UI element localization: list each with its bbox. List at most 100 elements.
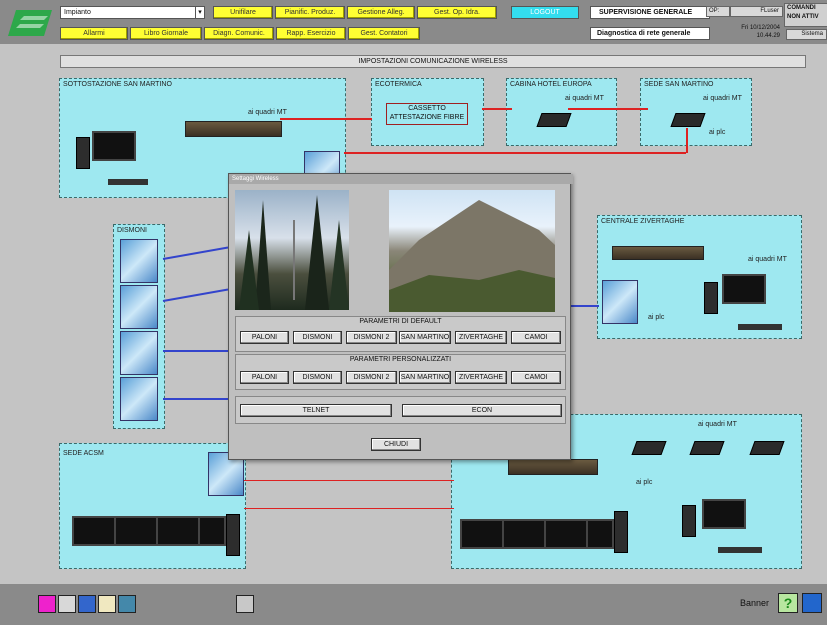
panel-sede-sm-title: SEDE SAN MARTINO [644,81,714,88]
monitor-icon [722,274,766,304]
screen-icon[interactable] [118,595,136,613]
router-icon[interactable] [749,441,785,455]
panel-ecotermica-title: ECOTERMICA [375,81,422,88]
date-label: Fri 10/12/2004 [741,25,780,31]
wireless-link-line [569,305,599,307]
custom-zivertaghe-button[interactable]: ZIVERTAGHE [455,371,507,384]
page-title: IMPOSTAZIONI COMUNICAZIONE WIRELESS [60,55,806,68]
monitor-icon [198,516,226,546]
switch-icon[interactable] [612,246,704,260]
pc-tower-icon [614,511,628,553]
pianific-produz-button[interactable]: Pianific. Produz. [275,6,345,19]
tools-group: TELNET ECON [235,396,566,424]
sistema-button[interactable]: Sistema [786,29,827,40]
wireless-link-line [162,246,229,260]
monitor-icon [92,131,136,161]
pc-tower-icon [682,505,696,537]
datetime: Fri 10/12/2004 10.44.29 [714,24,780,40]
rapp-esercizio-button[interactable]: Rapp. Esercizio [276,27,346,40]
ai-quadri-mt-label: ai quadri MT [248,109,287,116]
panel-ecotermica: ECOTERMICA CASSETTO ATTESTAZIONE FIBRE [371,78,484,146]
router-icon[interactable] [631,441,667,455]
wireless-settings-dialog: Settaggi Wireless PARAMETRI DI DEFAULT P… [228,173,573,460]
libro-giornale-button[interactable]: Libro Giornale [130,27,202,40]
pc-tower-icon [226,514,240,556]
unifilare-button[interactable]: Unifilare [213,6,273,19]
antenna-icon[interactable] [120,377,158,421]
antenna-icon[interactable] [120,331,158,375]
impianto-select[interactable]: Impianto [60,6,199,19]
logout-button[interactable]: LOGOUT [511,6,579,19]
panel-cabina: CABINA HOTEL EUROPA ai quadri MT [506,78,617,146]
custom-san-martino-button[interactable]: SAN MARTINO [399,371,451,384]
mountain-icon [389,200,555,312]
pc-tower-icon [704,282,718,314]
app-logo-icon [8,10,52,36]
monitor-icon [156,516,200,546]
gest-contatori-button[interactable]: Gest. Contatori [348,27,420,40]
home-icon[interactable] [98,595,116,613]
antenna-icon[interactable] [120,239,158,283]
network-icon[interactable] [78,595,96,613]
link-line [482,108,512,110]
custom-camoi-button[interactable]: CAMOI [511,371,561,384]
panel-dismoni: DISMONI [113,224,165,429]
diagn-comunic-button[interactable]: Diagn. Comunic. [204,27,274,40]
gest-op-idra-button[interactable]: Gest. Op. Idra. [417,6,497,19]
panel-centrale-title: CENTRALE ZIVERTAGHE [601,218,685,225]
dialog-title: Settaggi Wireless [229,174,573,184]
default-san-martino-button[interactable]: SAN MARTINO [399,331,451,344]
switch-icon[interactable] [508,459,598,475]
panel-cabina-title: CABINA HOTEL EUROPA [510,81,592,88]
close-button[interactable]: CHIUDI [371,438,421,451]
help-icon[interactable]: ? [778,593,798,613]
monitor-icon [114,516,158,546]
ai-quadri-mt-label: ai quadri MT [698,421,737,428]
comandi-status: COMANDI NON ATTIV [784,3,827,27]
monitor-settings-icon[interactable] [236,595,254,613]
pc-tower-icon [76,137,90,169]
default-dismoni2-button[interactable]: DISMONI 2 [346,331,397,344]
globe-icon[interactable] [802,593,822,613]
router-icon[interactable] [536,113,572,127]
impianto-dropdown-icon[interactable]: ▾ [195,6,205,19]
panel-sede-acsm-title: SEDE ACSM [63,450,104,457]
link-line [686,128,688,153]
keyboard-icon [108,179,148,185]
link-line [344,152,686,154]
monitor-icon [702,499,746,529]
default-camoi-button[interactable]: CAMOI [511,331,561,344]
ai-plc-label: ai plc [709,129,726,136]
switch-icon[interactable] [185,121,282,137]
custom-dismoni2-button[interactable]: DISMONI 2 [346,371,397,384]
allarmi-button[interactable]: Allarmi [60,27,128,40]
default-zivertaghe-button[interactable]: ZIVERTAGHE [455,331,507,344]
default-paloni-button[interactable]: PALONI [240,331,289,344]
custom-paloni-button[interactable]: PALONI [240,371,289,384]
custom-params-title: PARAMETRI PERSONALIZZATI [349,356,452,363]
link-line [244,480,454,481]
default-params-group: PARAMETRI DI DEFAULT PALONI DISMONI DISM… [235,316,566,352]
alarm-icon[interactable] [38,595,56,613]
monitor-icon [544,519,588,549]
telnet-button[interactable]: TELNET [240,404,392,417]
router-icon[interactable] [670,113,706,127]
keyboard-icon [738,324,782,330]
ai-quadri-mt-label: ai quadri MT [748,256,787,263]
save-icon[interactable] [58,595,76,613]
router-icon[interactable] [689,441,725,455]
default-dismoni-button[interactable]: DISMONI [293,331,342,344]
panel-sottostazione-title: SOTTOSTAZIONE SAN MARTINO [63,81,172,88]
antenna-icon[interactable] [602,280,638,324]
link-line [568,108,648,110]
custom-dismoni-button[interactable]: DISMONI [293,371,342,384]
bottom-toolbar: Banner ? [0,584,827,625]
econ-button[interactable]: ECON [402,404,562,417]
attestazione-label: ATTESTAZIONE FIBRE [389,114,465,121]
panel-dismoni-title: DISMONI [117,227,147,234]
antenna-icon[interactable] [120,285,158,329]
trees-icon [239,195,349,310]
mountain-photo [389,190,555,312]
comandi-label: COMANDI [787,5,816,11]
gestione-alleg-button[interactable]: Gestione Alleg. [347,6,415,19]
